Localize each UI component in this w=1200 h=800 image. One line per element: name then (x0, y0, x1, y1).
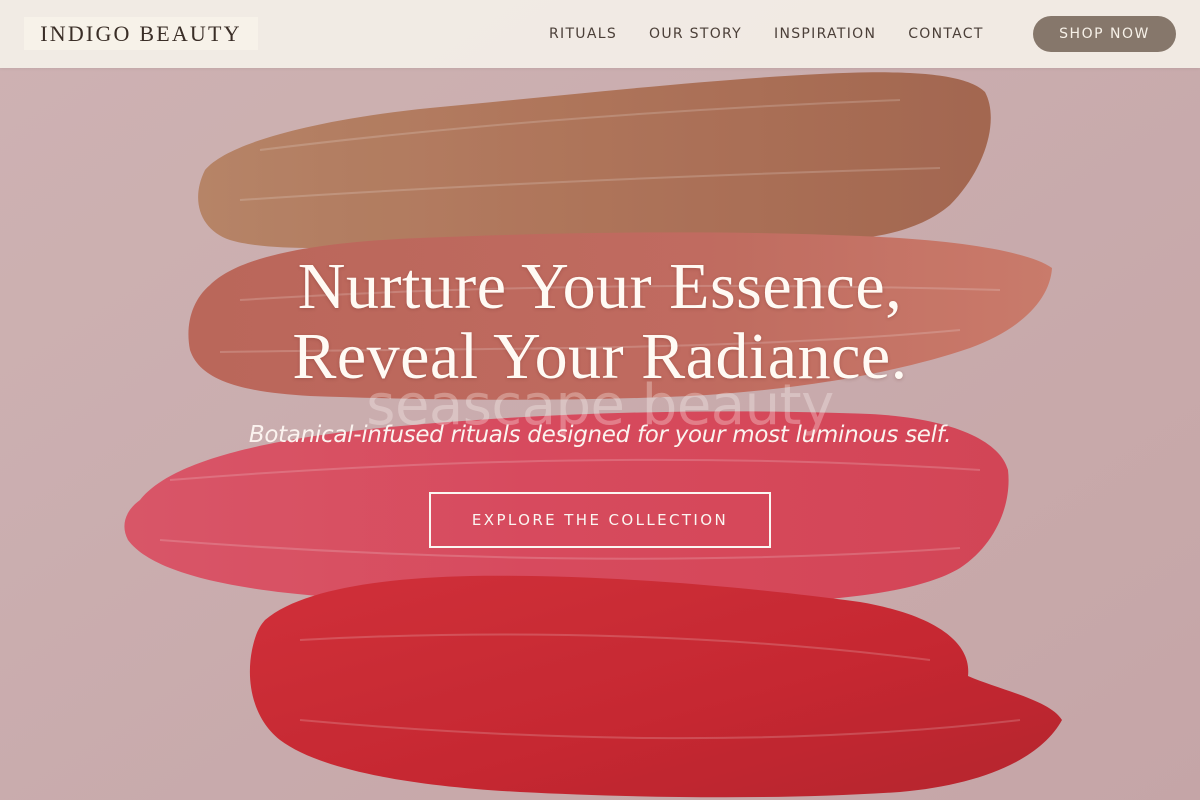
explore-collection-button[interactable]: EXPLORE THE COLLECTION (429, 492, 771, 548)
shop-now-button[interactable]: SHOP NOW (1033, 16, 1176, 52)
nav-link-contact[interactable]: CONTACT (892, 24, 1000, 44)
nav-link-inspiration[interactable]: INSPIRATION (758, 24, 892, 44)
nav-link-rituals[interactable]: RITUALS (533, 24, 633, 44)
main-navigation: RITUALS OUR STORY INSPIRATION CONTACT (533, 0, 1000, 68)
brand-logo[interactable]: INDIGO BEAUTY (24, 17, 258, 50)
hero-title-line-1: Nurture Your Essence, (297, 250, 903, 323)
site-header: INDIGO BEAUTY RITUALS OUR STORY INSPIRAT… (0, 0, 1200, 68)
nav-link-our-story[interactable]: OUR STORY (633, 24, 758, 44)
hero-subtitle: Botanical-infused rituals designed for y… (248, 422, 952, 448)
